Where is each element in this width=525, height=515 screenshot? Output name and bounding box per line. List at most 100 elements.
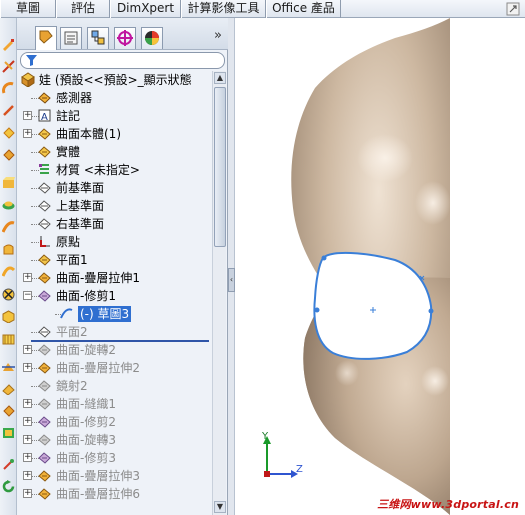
tab-display-manager[interactable] — [141, 27, 163, 49]
rectangle-tool-icon[interactable] — [2, 126, 15, 139]
expand-icon[interactable]: + — [23, 399, 32, 408]
graphics-viewport[interactable]: Y Z 三维网www.3dportal.cn — [235, 18, 525, 515]
tree-item-label: 曲面-縫織1 — [56, 397, 116, 411]
tab-dimxpert-manager[interactable] — [114, 27, 136, 49]
tab-office-products[interactable]: Office 產品 — [266, 0, 341, 18]
tree-item[interactable]: 鏡射2 — [17, 377, 212, 395]
rollback-bar[interactable] — [31, 340, 209, 342]
tab-configuration-manager[interactable] — [87, 27, 109, 49]
tree-item[interactable]: + 曲面-旋轉3 — [17, 431, 212, 449]
tree-item[interactable]: 感測器 — [17, 89, 212, 107]
tree-root[interactable]: 娃 (預設<<預設>_顯示狀態 — [17, 71, 212, 89]
tree-item-label: 曲面-修剪3 — [56, 451, 116, 465]
more-tabs-icon[interactable]: » — [214, 28, 222, 43]
tree-item[interactable]: (-) 草圖3 — [17, 305, 212, 323]
tree-item[interactable]: 實體 — [17, 143, 212, 161]
surface-knit-icon — [38, 398, 51, 410]
delete-face-icon[interactable] — [2, 426, 15, 439]
boundary-surface-icon[interactable] — [2, 264, 15, 277]
tree-item[interactable]: 前基準面 — [17, 179, 212, 197]
tree-item[interactable]: − 曲面-修剪1 — [17, 287, 212, 305]
watermark: 三维网www.3dportal.cn — [377, 498, 519, 511]
tree-item[interactable]: + 曲面-修剪2 — [17, 413, 212, 431]
panel-tab-bar: » — [17, 18, 228, 50]
tree-item-label: (-) 草圖3 — [78, 306, 132, 322]
feature-manager-icon — [39, 30, 53, 44]
surface-trim-icon — [38, 416, 51, 428]
tree-item[interactable]: 原點 — [17, 233, 212, 251]
line-tool-icon[interactable] — [2, 104, 15, 117]
sweep-surface-icon[interactable] — [2, 220, 15, 233]
expand-icon[interactable]: + — [23, 489, 32, 498]
surface-trim-icon — [38, 290, 51, 302]
expand-icon[interactable]: + — [23, 417, 32, 426]
tab-render-tools[interactable]: 計算影像工具 — [181, 0, 266, 18]
tree-item[interactable]: + 曲面-疊層拉伸1 — [17, 269, 212, 287]
feature-filter-input[interactable] — [20, 52, 225, 69]
tab-evaluate[interactable]: 評估 — [56, 0, 110, 18]
tree-item[interactable]: + 曲面-修剪3 — [17, 449, 212, 467]
tree-item-label: 平面2 — [56, 325, 88, 339]
sensor-icon — [38, 92, 51, 104]
replace-face-icon[interactable] — [2, 480, 15, 493]
panel-splitter[interactable]: ‹ — [228, 18, 235, 515]
point-tool-icon[interactable] — [2, 148, 15, 161]
tree-item[interactable]: + 曲面本體(1) — [17, 125, 212, 143]
tree-item[interactable]: 上基準面 — [17, 197, 212, 215]
scroll-up-icon[interactable]: ▲ — [214, 72, 226, 84]
expand-icon[interactable]: + — [23, 273, 32, 282]
extrude-surface-icon[interactable] — [2, 176, 15, 189]
expand-icon[interactable]: + — [23, 363, 32, 372]
expand-icon[interactable]: + — [23, 111, 32, 120]
material-icon — [39, 164, 49, 174]
revolve-surface-icon[interactable] — [2, 198, 15, 211]
tree-item[interactable]: + 曲面-疊層拉伸2 — [17, 359, 212, 377]
surface-loft-icon — [38, 488, 51, 500]
knit-surface-icon[interactable] — [2, 332, 15, 345]
surface-loft-icon — [38, 272, 51, 284]
tab-property-manager[interactable] — [60, 27, 82, 49]
tree-item[interactable]: + 曲面-疊層拉伸6 — [17, 485, 212, 503]
arc-tool-icon[interactable] — [2, 82, 15, 95]
property-manager-icon — [64, 31, 78, 45]
tree-item[interactable]: 右基準面 — [17, 215, 212, 233]
plane-icon — [38, 182, 51, 194]
tree-scrollbar[interactable]: ▲ ▼ — [212, 71, 226, 515]
tree-item[interactable]: 材質 <未指定> — [17, 161, 212, 179]
tree-item-label: 曲面-疊層拉伸6 — [56, 487, 140, 501]
expand-icon[interactable]: + — [23, 471, 32, 480]
smart-dimension-icon[interactable] — [2, 60, 15, 73]
collapse-panel-icon[interactable]: ‹ — [228, 268, 235, 292]
plane-icon — [38, 200, 51, 212]
tree-item[interactable]: + 曲面-疊層拉伸3 — [17, 467, 212, 485]
extend-surface-icon[interactable] — [2, 382, 15, 395]
loft-surface-icon[interactable] — [2, 242, 15, 255]
feature-toolbar — [0, 18, 17, 515]
scroll-thumb[interactable] — [214, 87, 226, 247]
sketch-tool-icon[interactable] — [2, 38, 15, 51]
tree-item[interactable]: + A 註記 — [17, 107, 212, 125]
trim-surface-icon[interactable] — [2, 360, 15, 373]
tree-item[interactable]: + 曲面-旋轉2 — [17, 341, 212, 359]
scroll-down-icon[interactable]: ▼ — [214, 501, 226, 513]
tree-item[interactable]: 平面1 — [17, 251, 212, 269]
fill-surface-icon[interactable] — [2, 310, 15, 323]
expand-icon[interactable]: + — [23, 453, 32, 462]
untrim-surface-icon[interactable] — [2, 404, 15, 417]
plane-icon — [38, 326, 51, 338]
thicken-icon[interactable] — [2, 458, 15, 471]
tab-sketch[interactable]: 草圖 — [0, 0, 56, 18]
pin-icon[interactable] — [506, 2, 520, 16]
collapse-icon[interactable]: − — [23, 291, 32, 300]
tree-item[interactable]: 平面2 — [17, 323, 212, 341]
plane-icon — [38, 218, 51, 230]
expand-icon[interactable]: + — [23, 345, 32, 354]
expand-icon[interactable]: + — [23, 435, 32, 444]
tree-item[interactable]: + 曲面-縫織1 — [17, 395, 212, 413]
reference-triad — [263, 436, 298, 478]
tab-dimxpert[interactable]: DimXpert — [110, 0, 181, 18]
expand-icon[interactable]: + — [23, 129, 32, 138]
command-manager-tabs: 草圖 評估 DimXpert 計算影像工具 Office 產品 — [0, 0, 525, 18]
tab-feature-manager[interactable] — [35, 26, 57, 50]
offset-surface-icon[interactable] — [2, 288, 15, 301]
